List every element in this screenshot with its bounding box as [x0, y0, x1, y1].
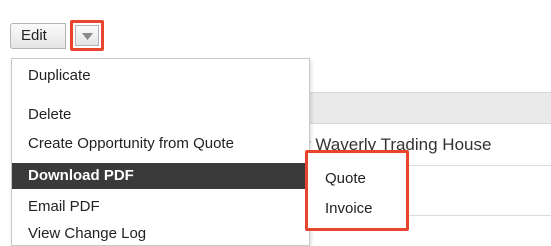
- menu-item-view-change-log[interactable]: View Change Log: [12, 222, 309, 246]
- background-header-band: [310, 92, 551, 124]
- menu-item-email-pdf[interactable]: Email PDF: [12, 195, 309, 219]
- submenu-item-quote[interactable]: Quote: [325, 169, 366, 189]
- dropdown-caret-button[interactable]: [75, 25, 99, 46]
- download-pdf-submenu: Quote Invoice: [305, 150, 409, 231]
- actions-dropdown-toggle[interactable]: [70, 20, 104, 51]
- menu-item-delete[interactable]: Delete: [12, 103, 309, 127]
- submenu-item-invoice[interactable]: Invoice: [325, 199, 373, 219]
- chevron-down-icon: [82, 33, 93, 40]
- menu-item-duplicate[interactable]: Duplicate: [12, 64, 309, 88]
- menu-item-download-pdf[interactable]: Download PDF: [12, 163, 309, 189]
- edit-button[interactable]: Edit: [10, 23, 66, 49]
- menu-item-create-opportunity[interactable]: Create Opportunity from Quote: [12, 132, 309, 156]
- actions-menu: Duplicate Delete Create Opportunity from…: [11, 58, 310, 246]
